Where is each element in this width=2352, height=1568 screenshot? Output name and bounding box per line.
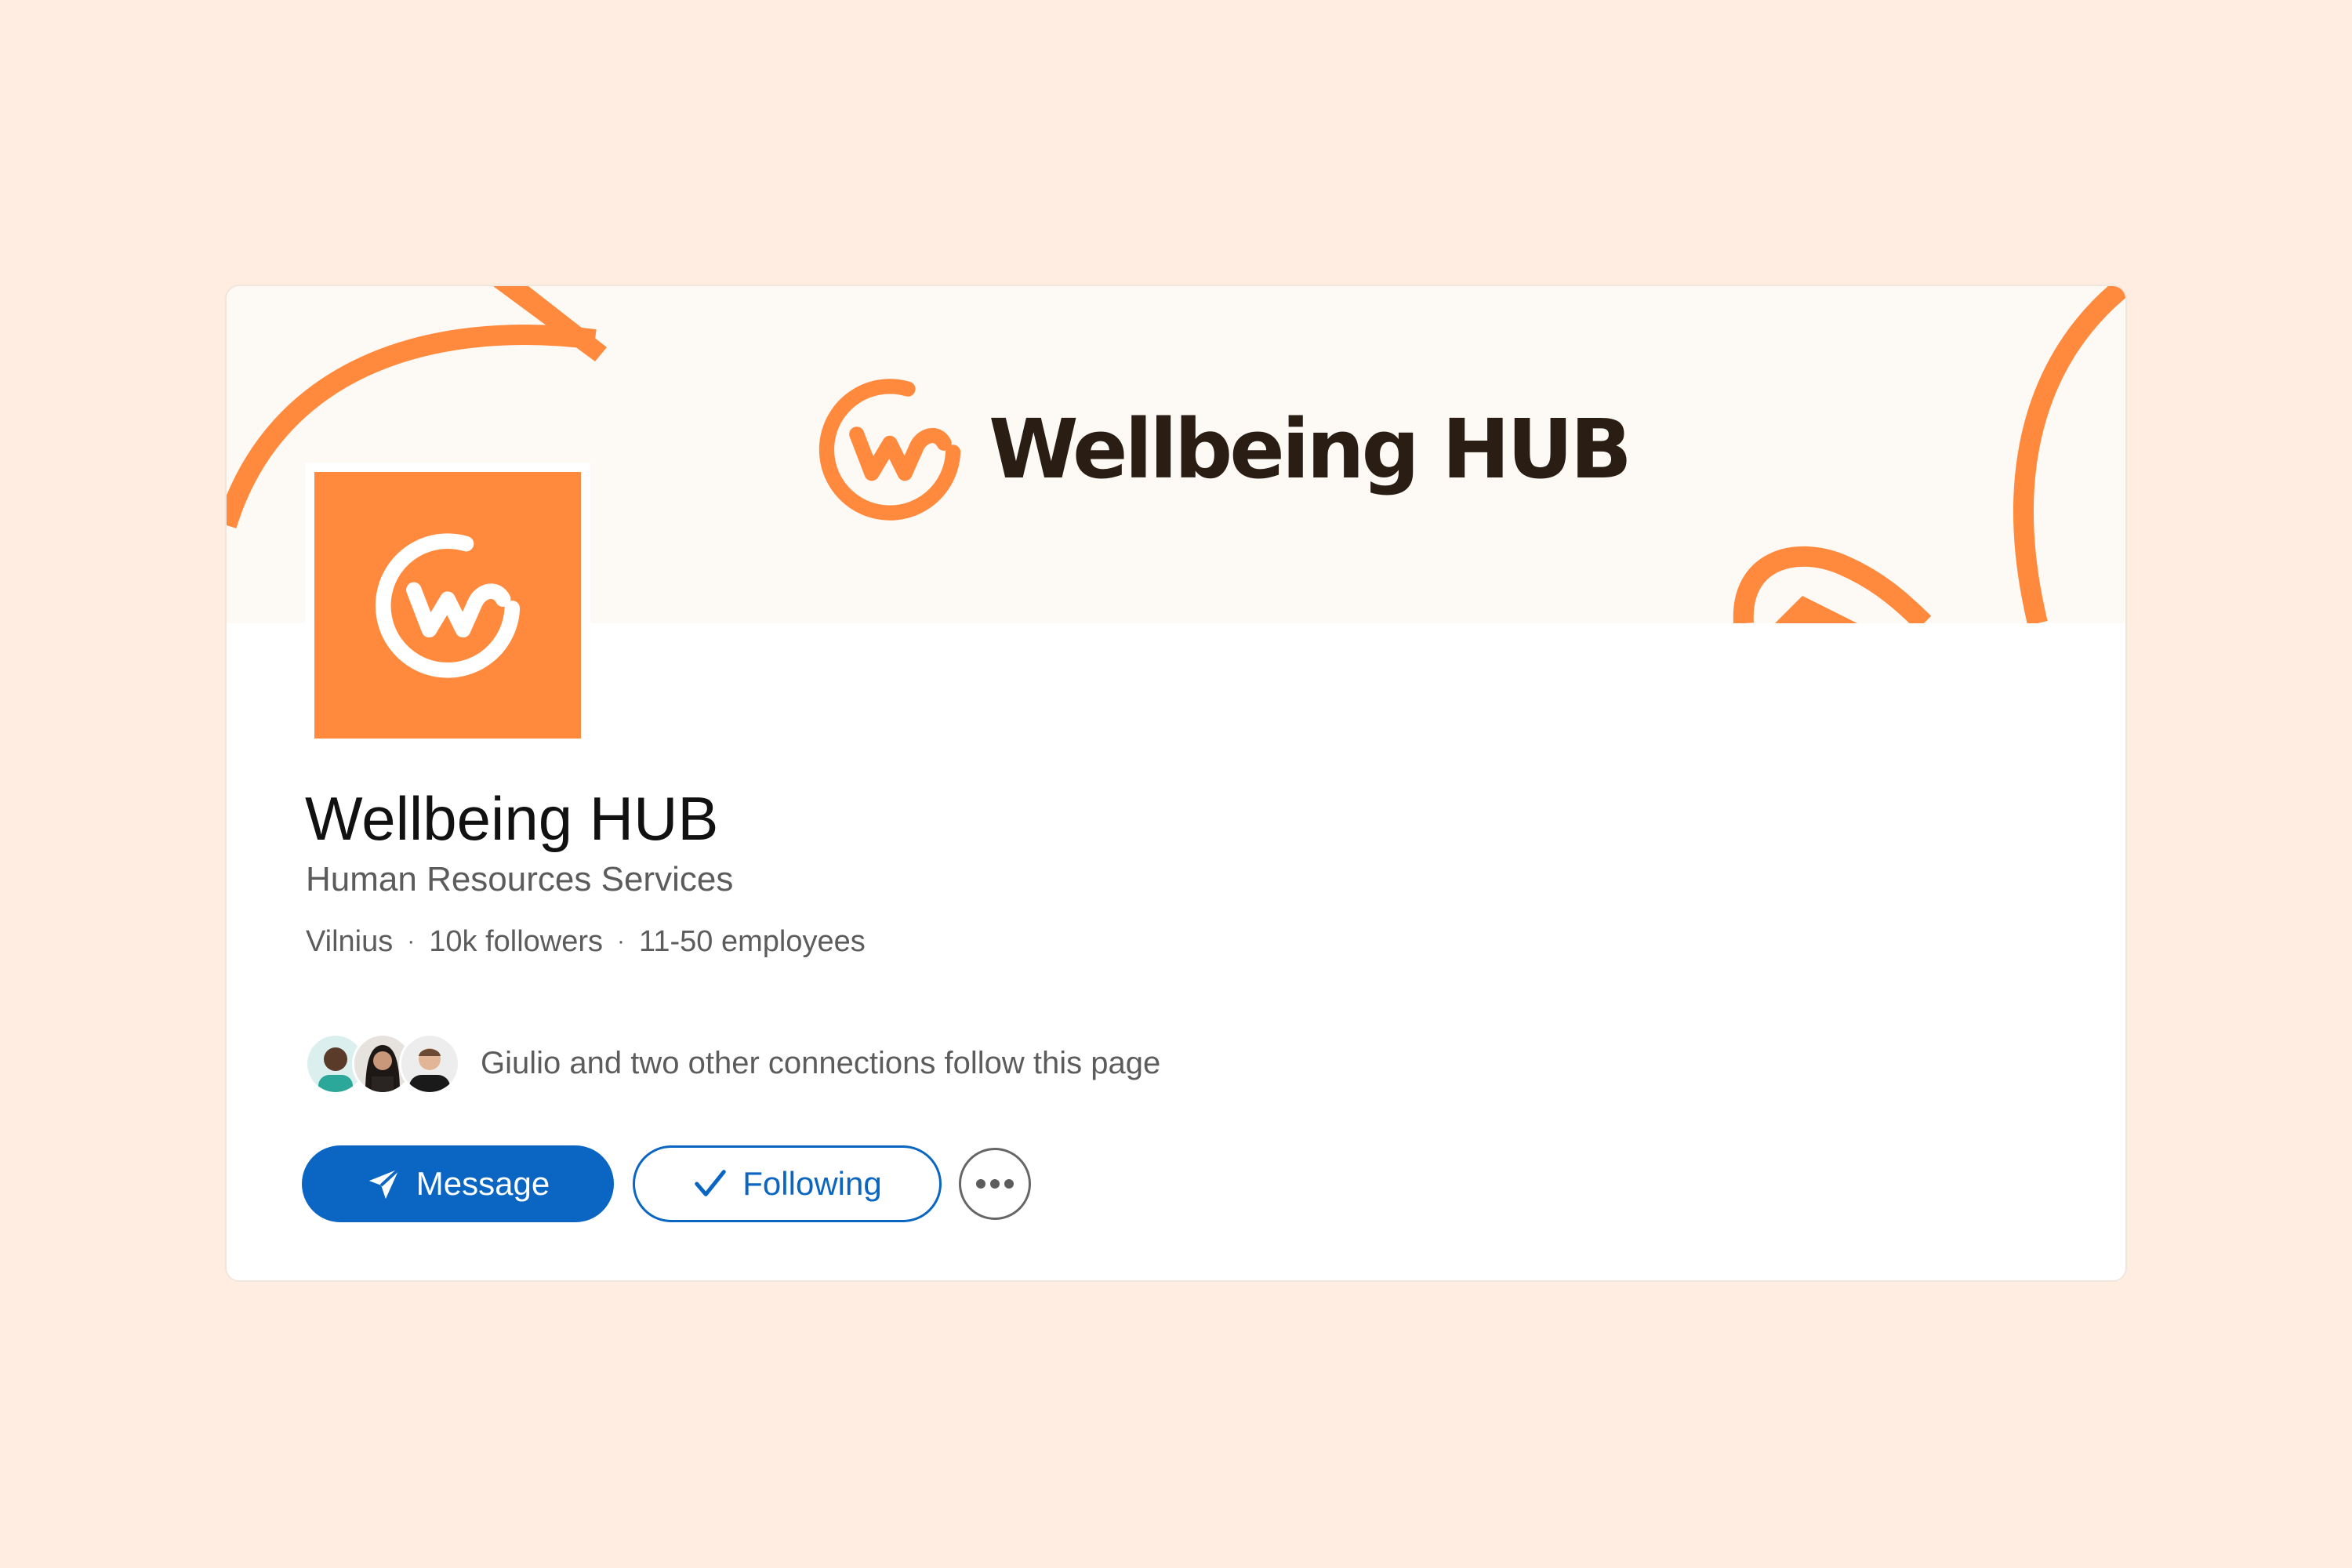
- message-label: Message: [416, 1165, 550, 1202]
- company-industry: Human Resources Services: [306, 860, 734, 898]
- wellbeing-hub-logo-icon: [375, 533, 521, 678]
- meta-separator: ·: [617, 928, 626, 954]
- more-options-button[interactable]: [959, 1148, 1031, 1220]
- meta-separator: ·: [407, 928, 416, 954]
- company-followers[interactable]: 10k followers: [429, 927, 603, 956]
- connections-row[interactable]: Giulio and two other connections follow …: [305, 1033, 1161, 1094]
- company-meta: Vilnius · 10k followers · 11-50 employee…: [306, 927, 866, 956]
- connections-text: Giulio and two other connections follow …: [481, 1045, 1161, 1080]
- company-page-card: Wellbeing HUB Wellbeing HUB Human Resour…: [225, 285, 2127, 1282]
- connection-avatar-3: [399, 1033, 460, 1094]
- action-buttons: Message Following: [302, 1145, 1031, 1222]
- banner-wordmark: Wellbeing HUB: [989, 401, 1632, 497]
- company-name: Wellbeing HUB: [305, 784, 719, 853]
- banner-logo: Wellbeing HUB: [815, 374, 1632, 524]
- checkmark-icon: [692, 1166, 728, 1202]
- company-logo-square: [314, 472, 581, 739]
- more-icon: [976, 1179, 1014, 1189]
- connection-avatars: [305, 1033, 462, 1094]
- following-label: Following: [742, 1165, 882, 1202]
- wellbeing-hub-logo-icon: [818, 379, 961, 521]
- company-logo[interactable]: [305, 463, 590, 748]
- send-icon: [366, 1166, 402, 1202]
- company-location: Vilnius: [306, 925, 394, 958]
- company-employees[interactable]: 11-50 employees: [639, 927, 866, 956]
- following-button[interactable]: Following: [633, 1145, 942, 1222]
- message-button[interactable]: Message: [302, 1145, 614, 1222]
